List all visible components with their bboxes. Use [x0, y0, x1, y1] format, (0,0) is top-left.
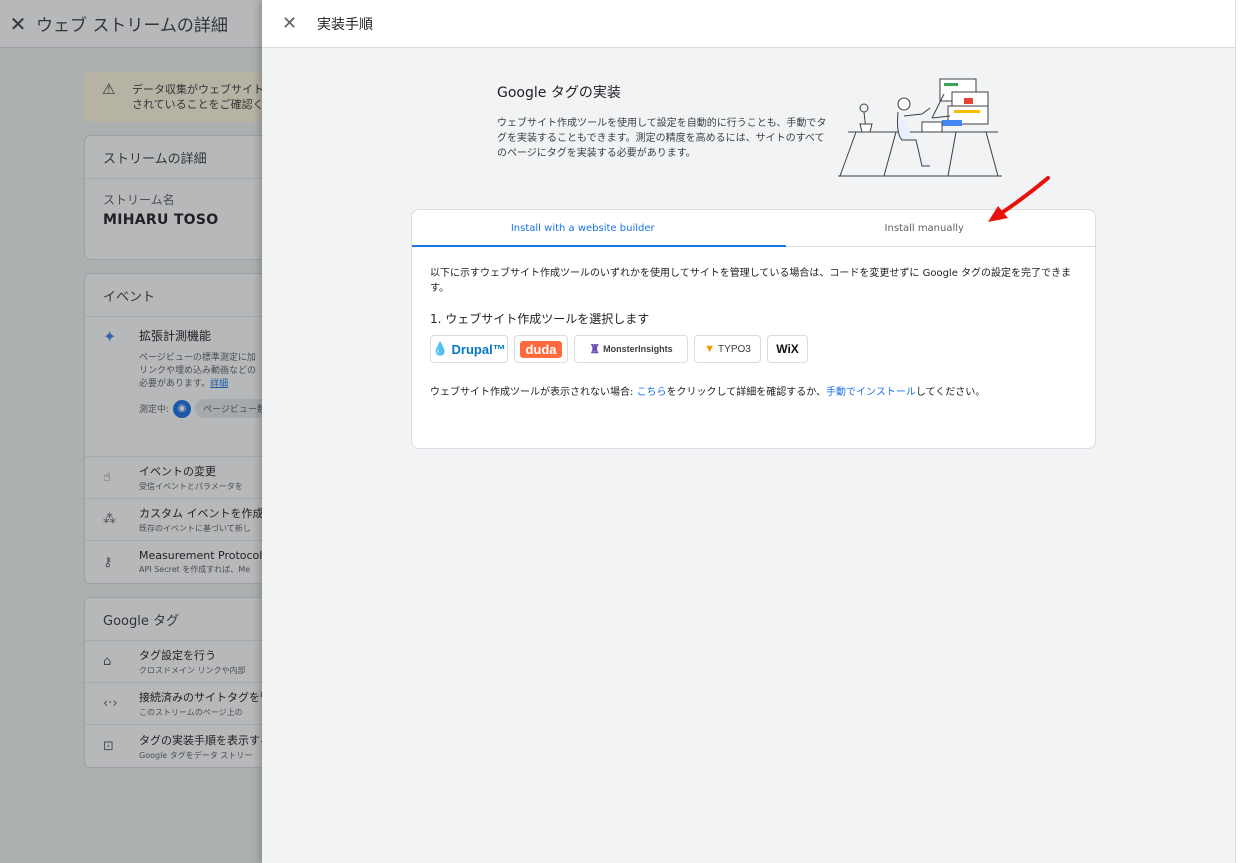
- red-arrow-annotation: [988, 176, 1050, 222]
- monster-icon: ♜: [589, 342, 601, 356]
- builder-drupal-button[interactable]: 💧 Drupal™: [430, 335, 508, 363]
- builder-list: 💧 Drupal™ duda ♜ MonsterInsights ▼ TYPO3 Wi…: [412, 327, 1095, 363]
- note-text: してください。: [915, 387, 986, 398]
- developer-illustration: [838, 78, 1002, 177]
- active-tab-indicator: [412, 245, 786, 247]
- tab-website-builder[interactable]: Install with a website builder: [412, 210, 754, 246]
- builder-duda-button[interactable]: duda: [514, 335, 568, 363]
- typo3-icon: ▼: [704, 343, 716, 355]
- intro-description: ウェブサイト作成ツールを使用して設定を自動的に行うことも、手動でタグを実装するこ…: [497, 118, 827, 159]
- drawer-header: ✕ 実装手順: [262, 0, 1235, 48]
- scrollbar-rail[interactable]: [1235, 0, 1245, 863]
- builder-label: duda: [520, 340, 562, 358]
- install-panel: Install with a website builder Install m…: [411, 209, 1096, 449]
- builder-label: Drupal™: [451, 341, 506, 357]
- builder-label: WiX: [776, 342, 799, 356]
- builder-typo3-button[interactable]: ▼ TYPO3: [694, 335, 761, 363]
- builder-not-listed-note: ウェブサイト作成ツールが表示されない場合: こちらをクリックして詳細を確認するか…: [412, 363, 1095, 398]
- note-text: をクリックして詳細を確認するか、: [666, 387, 827, 398]
- step-label: 1. ウェブサイト作成ツールを選択します: [430, 312, 650, 326]
- builder-wix-button[interactable]: WiX: [767, 335, 808, 363]
- here-link[interactable]: こちら: [637, 387, 667, 398]
- drawer-title: 実装手順: [317, 16, 373, 33]
- drupal-drop-icon: 💧: [432, 341, 449, 356]
- install-manually-link[interactable]: 手動でインストール: [826, 387, 916, 398]
- intro-section: Google タグの実装 ウェブサイト作成ツールを使用して設定を自動的に行うこと…: [497, 82, 827, 161]
- builder-label: MonsterInsights: [603, 344, 673, 354]
- close-icon[interactable]: ✕: [262, 13, 317, 34]
- builder-monsterinsights-button[interactable]: ♜ MonsterInsights: [574, 335, 688, 363]
- intro-title: Google タグの実装: [497, 85, 621, 101]
- builder-description: 以下に示すウェブサイト作成ツールのいずれかを使用してサイトを管理している場合は、…: [430, 268, 1072, 294]
- note-text: ウェブサイト作成ツールが表示されない場合:: [430, 387, 637, 398]
- builder-label: TYPO3: [718, 343, 751, 355]
